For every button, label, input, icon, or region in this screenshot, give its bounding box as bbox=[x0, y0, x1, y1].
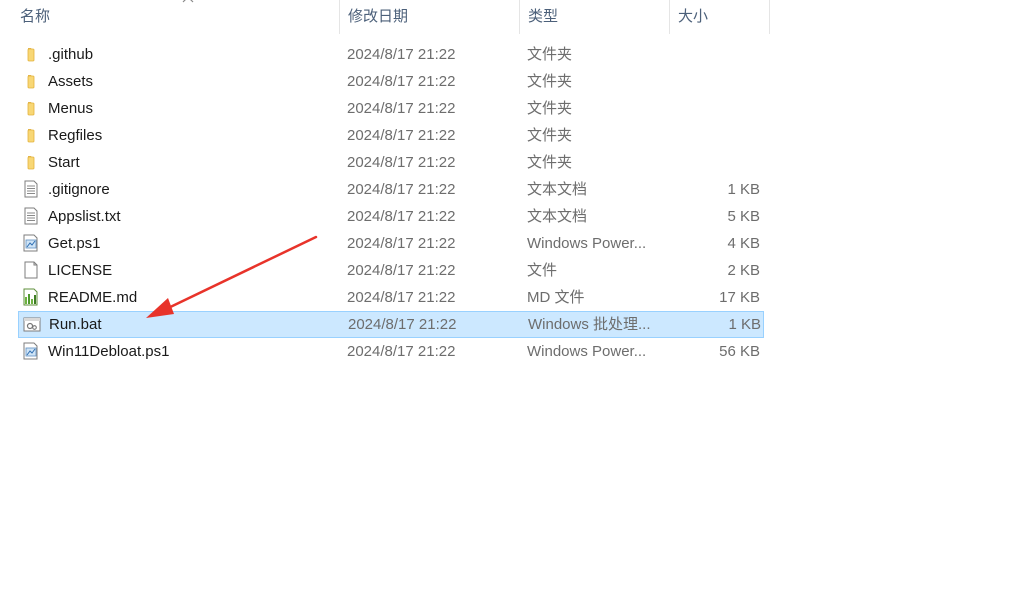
file-name: .github bbox=[48, 46, 94, 63]
markdown-file-icon-graphic bbox=[23, 288, 38, 306]
file-name: Run.bat bbox=[49, 316, 102, 333]
file-row[interactable]: Start 2024/8/17 21:22 文件夹 bbox=[18, 149, 764, 176]
powershell-file-icon-graphic bbox=[23, 234, 38, 252]
column-header-date[interactable]: 修改日期 bbox=[340, 0, 520, 34]
file-modified-date: 2024/8/17 21:22 bbox=[347, 73, 456, 90]
file-size bbox=[677, 68, 760, 95]
file-row[interactable]: Menus 2024/8/17 21:22 文件夹 bbox=[18, 95, 764, 122]
file-row[interactable]: .github 2024/8/17 21:22 文件夹 bbox=[18, 41, 764, 68]
text-file-icon-graphic bbox=[24, 207, 38, 225]
batch-file-icon bbox=[23, 316, 41, 334]
powershell-file-icon bbox=[22, 342, 40, 360]
folder-icon bbox=[22, 99, 40, 117]
file-name: Regfiles bbox=[48, 127, 103, 144]
file-type: 文件夹 bbox=[527, 154, 573, 171]
file-type: MD 文件 bbox=[527, 289, 585, 306]
column-header-bar: 名称 修改日期 类型 大小 bbox=[0, 0, 770, 34]
file-type: 文本文档 bbox=[527, 181, 588, 198]
file-modified-date: 2024/8/17 21:22 bbox=[347, 181, 456, 198]
file-modified-date: 2024/8/17 21:22 bbox=[347, 46, 456, 63]
powershell-file-icon bbox=[22, 234, 40, 252]
file-modified-date: 2024/8/17 21:22 bbox=[347, 127, 456, 144]
text-file-icon bbox=[22, 180, 40, 198]
file-size bbox=[677, 41, 760, 68]
blank-file-icon-graphic bbox=[24, 261, 38, 279]
folder-icon-graphic bbox=[27, 48, 35, 62]
file-modified-date: 2024/8/17 21:22 bbox=[348, 316, 457, 333]
file-modified-date: 2024/8/17 21:22 bbox=[347, 289, 456, 306]
file-size: 2 KB bbox=[727, 262, 760, 279]
folder-icon-graphic bbox=[27, 75, 35, 89]
file-size: 1 KB bbox=[728, 316, 761, 333]
file-size: 56 KB bbox=[719, 343, 760, 360]
file-size: 4 KB bbox=[727, 235, 760, 252]
text-file-icon bbox=[22, 207, 40, 225]
file-row[interactable]: Get.ps1 2024/8/17 21:22 Windows Power... 4 … bbox=[18, 230, 764, 257]
column-header-size[interactable]: 大小 bbox=[670, 0, 770, 34]
file-name: Get.ps1 bbox=[48, 235, 101, 252]
file-type: 文件 bbox=[527, 262, 558, 279]
file-row[interactable]: .gitignore 2024/8/17 21:22 文本文档 1 KB bbox=[18, 176, 764, 203]
file-size bbox=[677, 95, 760, 122]
column-header-size-label: 大小 bbox=[678, 8, 709, 25]
file-modified-date: 2024/8/17 21:22 bbox=[347, 100, 456, 117]
file-row[interactable]: Appslist.txt 2024/8/17 21:22 文本文档 5 KB bbox=[18, 203, 764, 230]
file-size bbox=[677, 149, 760, 176]
file-row[interactable]: README.md 2024/8/17 21:22 MD 文件 17 KB bbox=[18, 284, 764, 311]
file-row[interactable]: Win11Debloat.ps1 2024/8/17 21:22 Windows P… bbox=[18, 338, 764, 365]
folder-icon-graphic bbox=[27, 156, 35, 170]
column-header-date-label: 修改日期 bbox=[348, 8, 409, 25]
file-name: Start bbox=[48, 154, 80, 171]
file-size: 5 KB bbox=[727, 208, 760, 225]
folder-icon-graphic bbox=[27, 129, 35, 143]
file-modified-date: 2024/8/17 21:22 bbox=[347, 343, 456, 360]
folder-icon bbox=[22, 126, 40, 144]
folder-icon bbox=[22, 45, 40, 63]
folder-icon bbox=[22, 153, 40, 171]
file-type: 文件夹 bbox=[527, 100, 573, 117]
file-size: 1 KB bbox=[727, 181, 760, 198]
file-modified-date: 2024/8/17 21:22 bbox=[347, 154, 456, 171]
file-row[interactable]: LICENSE 2024/8/17 21:22 文件 2 KB bbox=[18, 257, 764, 284]
column-header-type-label: 类型 bbox=[528, 8, 559, 25]
powershell-file-icon-graphic bbox=[23, 342, 38, 360]
file-type: 文件夹 bbox=[527, 73, 573, 90]
folder-icon-graphic bbox=[27, 102, 35, 116]
file-size: 17 KB bbox=[719, 289, 760, 306]
file-row[interactable]: Run.bat 2024/8/17 21:22 Windows 批处理... 1 KB bbox=[18, 311, 764, 338]
markdown-file-icon bbox=[22, 288, 40, 306]
column-header-name[interactable]: 名称 bbox=[12, 0, 340, 34]
file-type: 文本文档 bbox=[527, 208, 588, 225]
file-name: Appslist.txt bbox=[48, 208, 121, 225]
file-name: LICENSE bbox=[48, 262, 113, 279]
text-file-icon-graphic bbox=[24, 180, 38, 198]
file-modified-date: 2024/8/17 21:22 bbox=[347, 208, 456, 225]
file-type: 文件夹 bbox=[527, 46, 573, 63]
file-size bbox=[677, 122, 760, 149]
file-explorer-details-view: 名称 修改日期 类型 大小 .github 2024/8/17 21:22 文件夹 A… bbox=[0, 0, 1016, 610]
sort-ascending-icon bbox=[182, 0, 194, 7]
column-header-name-label: 名称 bbox=[20, 8, 51, 25]
column-header-type[interactable]: 类型 bbox=[520, 0, 670, 34]
file-name: Menus bbox=[48, 100, 94, 117]
file-name: Win11Debloat.ps1 bbox=[48, 343, 170, 360]
file-modified-date: 2024/8/17 21:22 bbox=[347, 235, 456, 252]
file-type: 文件夹 bbox=[527, 127, 573, 144]
file-modified-date: 2024/8/17 21:22 bbox=[347, 262, 456, 279]
batch-file-icon-graphic bbox=[23, 317, 41, 332]
file-type: Windows 批处理... bbox=[528, 316, 651, 333]
blank-file-icon bbox=[22, 261, 40, 279]
file-name: README.md bbox=[48, 289, 138, 306]
file-name: Assets bbox=[48, 73, 94, 90]
file-type: Windows Power... bbox=[527, 343, 647, 360]
file-row[interactable]: Assets 2024/8/17 21:22 文件夹 bbox=[18, 68, 764, 95]
file-name: .gitignore bbox=[48, 181, 110, 198]
file-row[interactable]: Regfiles 2024/8/17 21:22 文件夹 bbox=[18, 122, 764, 149]
file-type: Windows Power... bbox=[527, 235, 647, 252]
folder-icon bbox=[22, 72, 40, 90]
